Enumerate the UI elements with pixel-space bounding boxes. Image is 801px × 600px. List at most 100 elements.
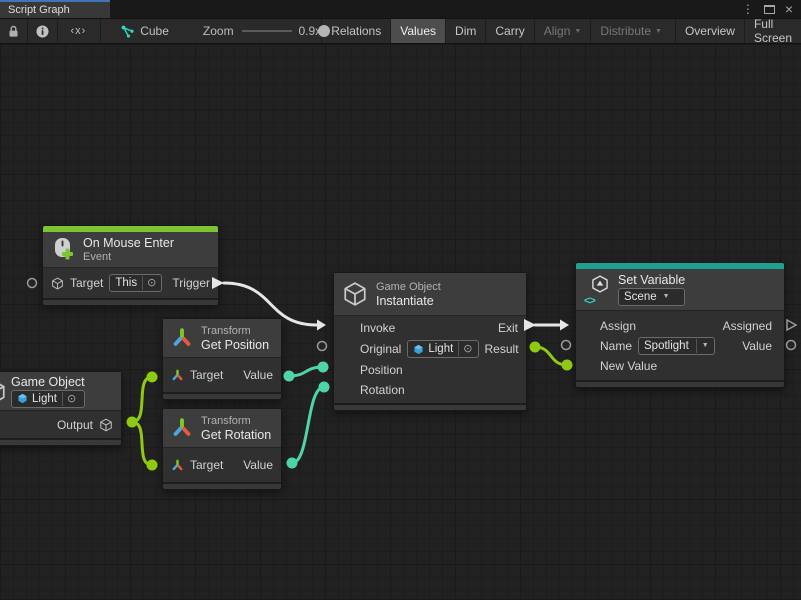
node-get-position[interactable]: Transform Get Position Target Value bbox=[162, 318, 282, 400]
node-title: Game Object bbox=[11, 375, 85, 389]
cube-icon bbox=[99, 418, 113, 432]
script-graph-window: Script Graph ⋮ × ‹x› bbox=[0, 0, 801, 600]
node-on-mouse-enter[interactable]: On Mouse Enter Event Target This ⊙ Trigg… bbox=[42, 225, 219, 306]
edit-graph-button[interactable]: ‹x› bbox=[57, 19, 100, 43]
full-screen-button[interactable]: Full Screen bbox=[744, 19, 801, 43]
zoom-slider-track bbox=[242, 30, 293, 32]
chevron-down-icon: ▼ bbox=[696, 339, 709, 353]
node-instantiate[interactable]: Game Object Instantiate Invoke Exit Orig… bbox=[333, 272, 527, 411]
transform-icon bbox=[171, 327, 193, 349]
get-rotation-target-port[interactable] bbox=[147, 460, 158, 471]
instantiate-rotation-port[interactable] bbox=[319, 382, 330, 393]
game-object-value-chip[interactable]: Light ⊙ bbox=[11, 390, 85, 408]
cube-icon bbox=[342, 281, 368, 307]
instantiate-position-port[interactable] bbox=[318, 362, 329, 373]
chevron-down-icon: ▼ bbox=[655, 28, 662, 35]
instantiate-result-port[interactable] bbox=[530, 342, 541, 353]
output-port-label: Output bbox=[57, 418, 93, 432]
chevron-down-icon: ▼ bbox=[574, 28, 581, 35]
set-variable-value-port[interactable] bbox=[787, 341, 796, 350]
overview-button[interactable]: Overview bbox=[675, 19, 744, 43]
values-button[interactable]: Values bbox=[390, 19, 445, 43]
window-controls: ⋮ × bbox=[742, 0, 801, 18]
assign-port-label: Assign bbox=[600, 319, 636, 333]
set-variable-new-value-port[interactable] bbox=[562, 360, 573, 371]
node-category: Transform bbox=[201, 325, 269, 337]
value-port-label: Value bbox=[243, 458, 273, 472]
graph-name-label: Cube bbox=[140, 24, 169, 38]
unity-logo-icon bbox=[590, 274, 610, 294]
mouse-event-icon bbox=[51, 237, 75, 263]
graph-canvas[interactable]: On Mouse Enter Event Target This ⊙ Trigg… bbox=[0, 44, 801, 599]
instantiate-original-port[interactable] bbox=[318, 342, 327, 351]
variable-name-dropdown[interactable]: Spotlight ▼ bbox=[638, 337, 715, 355]
original-value-chip[interactable]: Light ⊙ bbox=[407, 340, 478, 358]
target-port-label: Target bbox=[190, 368, 223, 382]
node-title: On Mouse Enter bbox=[83, 236, 174, 250]
get-rotation-value-port[interactable] bbox=[287, 458, 298, 469]
transform-icon bbox=[171, 459, 184, 472]
node-game-object-literal[interactable]: Game Object Light ⊙ Output bbox=[0, 371, 122, 446]
object-picker-icon[interactable]: ⊙ bbox=[458, 342, 472, 356]
node-footer bbox=[163, 392, 281, 399]
wire-getrotation-value-to-rotation bbox=[292, 387, 324, 463]
distribute-dropdown[interactable]: Distribute ▼ bbox=[590, 19, 671, 43]
node-set-variable[interactable]: <> Set Variable Scene ▼ Assign Assigned … bbox=[575, 262, 785, 388]
relations-button[interactable]: Relations bbox=[321, 19, 390, 43]
get-position-value-port[interactable] bbox=[284, 371, 295, 382]
target-value-chip[interactable]: This ⊙ bbox=[109, 274, 162, 292]
result-port-label: Result bbox=[485, 342, 519, 356]
carry-button[interactable]: Carry bbox=[485, 19, 533, 43]
node-get-rotation[interactable]: Transform Get Rotation Target Value bbox=[162, 408, 282, 490]
node-footer bbox=[576, 380, 784, 387]
game-object-output-port[interactable] bbox=[127, 417, 138, 428]
new-value-port-label: New Value bbox=[600, 359, 657, 373]
exit-port-label: Exit bbox=[498, 321, 518, 335]
tab-bar: Script Graph ⋮ × bbox=[0, 0, 801, 18]
get-position-target-port[interactable] bbox=[147, 372, 158, 383]
value-port-label: Value bbox=[742, 339, 772, 353]
object-picker-icon[interactable]: ⊙ bbox=[142, 276, 156, 290]
target-port-label: Target bbox=[190, 458, 223, 472]
zoom-slider[interactable] bbox=[242, 18, 293, 44]
node-title: Set Variable bbox=[618, 273, 685, 287]
kebab-menu-icon[interactable]: ⋮ bbox=[742, 3, 754, 15]
set-variable-name-port[interactable] bbox=[562, 341, 571, 350]
align-dropdown[interactable]: Align ▼ bbox=[534, 19, 591, 43]
graph-name: Cube bbox=[112, 24, 177, 39]
cube-icon bbox=[0, 379, 7, 405]
node-footer bbox=[334, 403, 526, 410]
code-icon: ‹x› bbox=[70, 25, 86, 37]
zoom-slider-handle[interactable] bbox=[318, 25, 330, 37]
node-title: Get Position bbox=[201, 338, 269, 352]
variable-scope-dropdown[interactable]: Scene ▼ bbox=[618, 288, 685, 306]
dim-button[interactable]: Dim bbox=[445, 19, 485, 43]
wire-trigger-to-invoke-arrowhead bbox=[317, 320, 326, 331]
unity-object-icon bbox=[413, 344, 424, 355]
wire-exit-to-assign-arrowhead bbox=[560, 320, 569, 331]
wire-output-to-getrotation-target bbox=[132, 422, 152, 465]
node-footer bbox=[0, 438, 121, 445]
wire-result-to-new-value bbox=[535, 347, 567, 365]
close-icon[interactable]: × bbox=[785, 2, 793, 16]
zoom-label: Zoom bbox=[203, 24, 234, 38]
info-button[interactable] bbox=[28, 19, 57, 43]
info-icon bbox=[36, 25, 49, 38]
mouse-enter-target-port[interactable] bbox=[28, 279, 37, 288]
wire-output-to-getposition-target bbox=[132, 377, 152, 422]
invoke-port-label: Invoke bbox=[360, 321, 395, 335]
maximize-icon[interactable] bbox=[764, 5, 775, 14]
wire-getposition-value-to-position bbox=[289, 367, 323, 376]
position-port-label: Position bbox=[360, 363, 403, 377]
trigger-port-label: Trigger bbox=[172, 276, 210, 290]
tab-title: Script Graph bbox=[8, 4, 70, 16]
rotation-port-label: Rotation bbox=[360, 383, 405, 397]
cube-icon bbox=[51, 277, 64, 290]
node-footer bbox=[43, 298, 218, 305]
object-picker-icon[interactable]: ⊙ bbox=[62, 392, 76, 406]
set-variable-assigned-port[interactable] bbox=[787, 320, 796, 330]
tab-script-graph[interactable]: Script Graph bbox=[0, 0, 110, 18]
lock-button[interactable] bbox=[0, 19, 27, 43]
graph-icon bbox=[120, 24, 135, 39]
node-category: Game Object bbox=[376, 281, 441, 293]
